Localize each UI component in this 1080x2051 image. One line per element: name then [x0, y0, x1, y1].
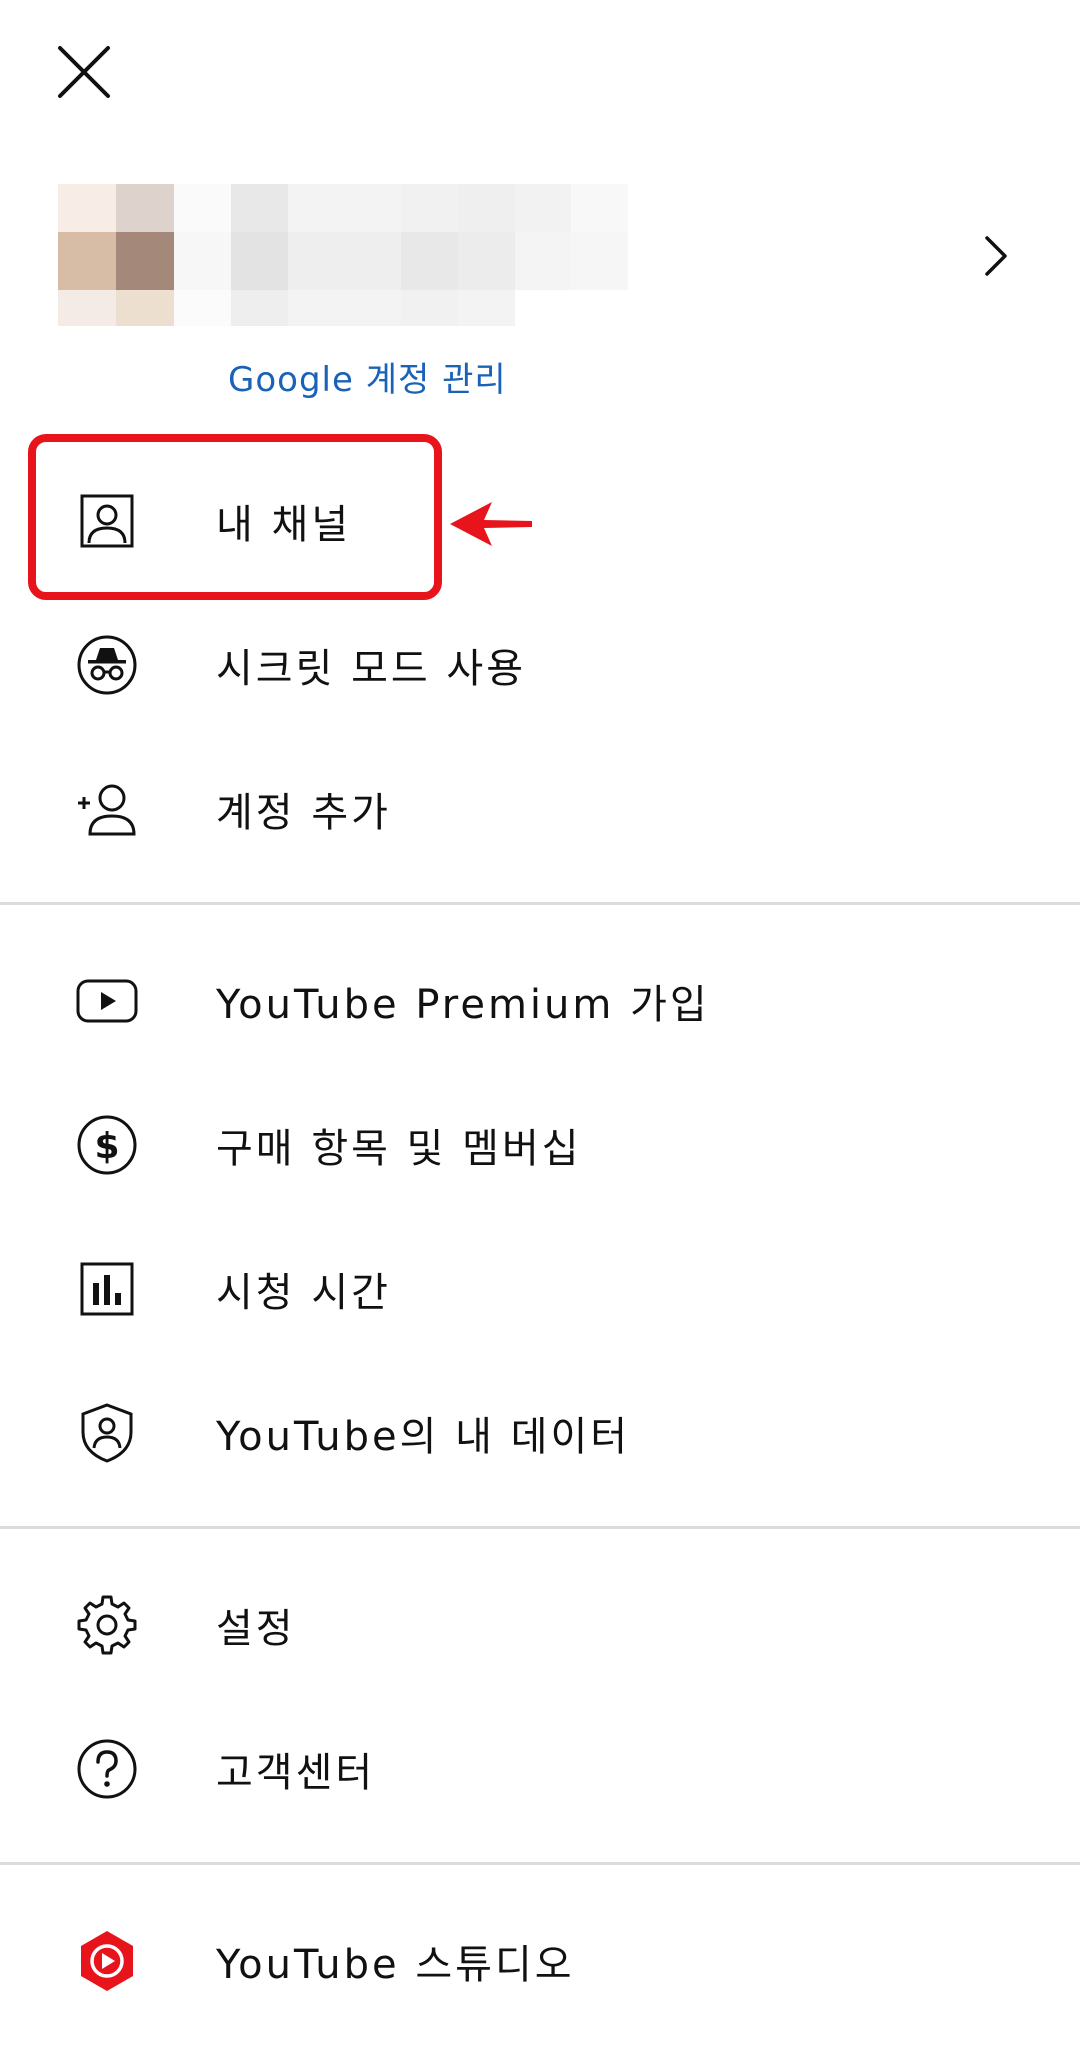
menu-label-your-data: YouTube의 내 데이터 — [216, 1414, 631, 1460]
help-icon — [74, 1736, 140, 1802]
divider — [0, 1526, 1080, 1529]
close-button[interactable] — [48, 36, 120, 108]
svg-text:$: $ — [94, 1126, 119, 1167]
divider — [0, 1862, 1080, 1865]
menu-item-settings[interactable]: 설정 — [0, 1560, 1080, 1690]
manage-google-account-link[interactable]: Google 계정 관리 — [228, 352, 507, 401]
menu-label-add-account: 계정 추가 — [216, 790, 391, 836]
menu-item-incognito[interactable]: 시크릿 모드 사용 — [0, 600, 1080, 730]
menu-label-help: 고객센터 — [216, 1750, 376, 1796]
menu-label-incognito: 시크릿 모드 사용 — [216, 646, 527, 692]
dollar-circle-icon: $ — [74, 1112, 140, 1178]
bar-chart-icon — [74, 1256, 140, 1322]
menu-item-help[interactable]: 고객센터 — [0, 1704, 1080, 1834]
divider — [0, 902, 1080, 905]
menu-item-youtube-studio[interactable]: YouTube 스튜디오 — [0, 1896, 1080, 2026]
menu-item-purchases[interactable]: $ 구매 항목 및 멤버십 — [0, 1080, 1080, 1210]
menu-item-watch-time[interactable]: 시청 시간 — [0, 1224, 1080, 1354]
menu-item-youtube-premium[interactable]: YouTube Premium 가입 — [0, 936, 1080, 1066]
account-name-blurred — [174, 184, 628, 326]
menu-label-youtube-studio: YouTube 스튜디오 — [216, 1942, 575, 1988]
menu-label-settings: 설정 — [216, 1606, 296, 1652]
menu-item-add-account[interactable]: 계정 추가 — [0, 744, 1080, 874]
menu-item-your-data[interactable]: YouTube의 내 데이터 — [0, 1368, 1080, 1498]
youtube-play-icon — [74, 968, 140, 1034]
menu-label-youtube-premium: YouTube Premium 가입 — [216, 982, 710, 1028]
account-chevron[interactable] — [976, 232, 1016, 280]
shield-user-icon — [74, 1400, 140, 1466]
gear-icon — [74, 1592, 140, 1658]
menu-label-watch-time: 시청 시간 — [216, 1270, 391, 1316]
youtube-studio-icon — [74, 1928, 140, 1994]
menu-label-purchases: 구매 항목 및 멤버십 — [216, 1126, 582, 1172]
arrow-left-icon — [450, 502, 532, 546]
close-icon — [58, 46, 110, 98]
chevron-right-icon — [985, 236, 1007, 276]
incognito-icon — [74, 632, 140, 698]
annotation-highlight-box — [28, 434, 442, 600]
avatar — [58, 184, 174, 326]
add-account-icon — [74, 776, 140, 842]
